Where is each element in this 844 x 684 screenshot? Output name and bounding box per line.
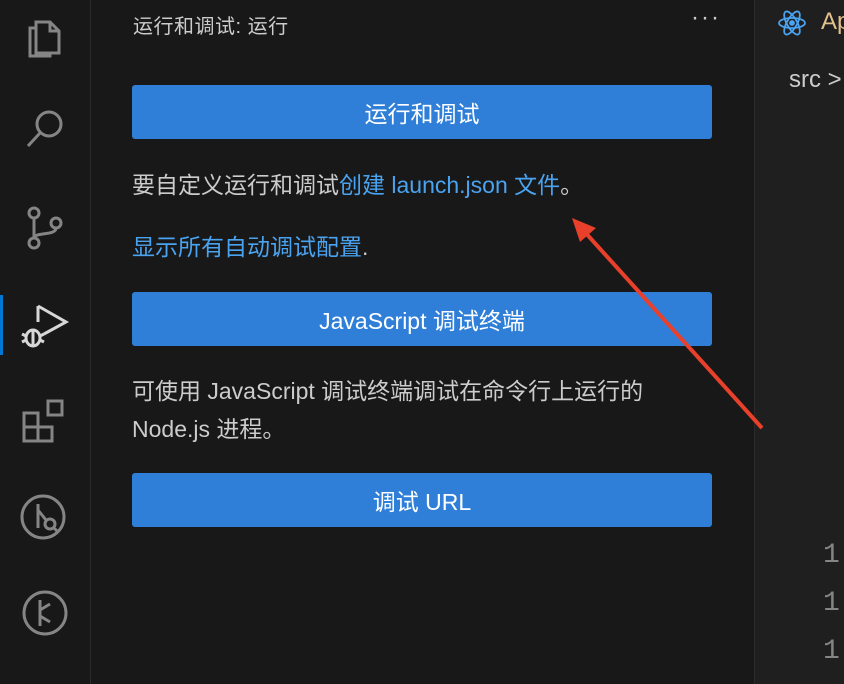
explorer-button[interactable] xyxy=(0,0,90,70)
show-all-suffix: . xyxy=(362,234,369,260)
run-and-debug-icon xyxy=(21,304,70,348)
line-number: 1 xyxy=(823,636,840,667)
search-icon xyxy=(26,110,63,148)
line-number: 1 xyxy=(823,588,840,619)
show-all-auto-configs-link[interactable]: 显示所有自动调试配置 xyxy=(132,234,362,260)
js-terminal-description: 可使用 JavaScript 调试终端调试在命令行上运行的 Node.js 进程… xyxy=(132,378,644,442)
panel-title: 运行和调试: 运行 xyxy=(133,16,289,38)
explorer-icon xyxy=(28,20,61,58)
customize-text-suffix: 。 xyxy=(560,172,584,198)
react-icon xyxy=(778,10,806,36)
source-control-icon xyxy=(27,206,63,250)
customize-text-prefix: 要自定义运行和调试 xyxy=(132,172,339,198)
activity-bar xyxy=(0,0,91,684)
run-and-debug-button-main[interactable]: 运行和调试 xyxy=(132,85,712,139)
customize-text: 要自定义运行和调试创建 launch.json 文件。 xyxy=(132,166,717,204)
editor-tab-label[interactable]: Ap xyxy=(821,8,844,36)
source-control-button[interactable] xyxy=(0,193,90,263)
debug-url-button[interactable]: 调试 URL xyxy=(132,473,712,527)
extensions-icon xyxy=(22,399,64,443)
more-actions-icon[interactable]: ··· xyxy=(691,4,721,32)
git-branch-button[interactable] xyxy=(0,578,90,648)
run-and-debug-button[interactable] xyxy=(0,290,90,360)
search-button[interactable] xyxy=(0,94,90,164)
run-and-debug-panel: 运行和调试: 运行 ··· 运行和调试 要自定义运行和调试创建 launch.j… xyxy=(91,0,754,684)
js-debug-terminal-button[interactable]: JavaScript 调试终端 xyxy=(132,292,712,346)
show-all-line: 显示所有自动调试配置. xyxy=(132,228,717,266)
editor-area: Ap src > 1 1 1 xyxy=(754,0,844,684)
git-branch-icon xyxy=(22,590,68,636)
line-number: 1 xyxy=(823,540,840,571)
git-graph-icon xyxy=(20,494,66,540)
git-graph-button[interactable] xyxy=(0,482,90,552)
breadcrumb[interactable]: src > xyxy=(789,66,842,94)
create-launch-json-link[interactable]: 创建 launch.json 文件 xyxy=(339,172,560,198)
extensions-button[interactable] xyxy=(0,385,90,455)
